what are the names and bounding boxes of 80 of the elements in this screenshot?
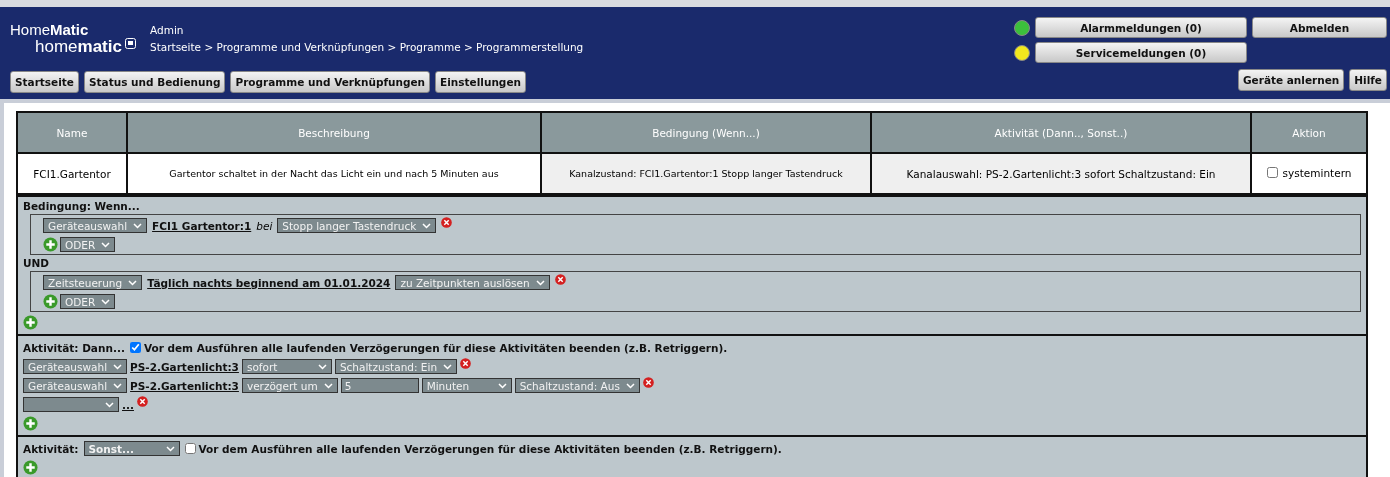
checkbox[interactable]: [184, 443, 196, 454]
delete-icon[interactable]: [460, 358, 472, 369]
dropdown[interactable]: ODER: [60, 294, 116, 309]
caret-icon: [497, 382, 507, 389]
breadcrumb: Startseite > Programme und Verknüpfungen > Programme > Programmerstellung: [150, 41, 584, 53]
section-title: Aktivität: Dann...: [23, 341, 125, 354]
table-cell: FCI1.Gartentor: [18, 153, 127, 194]
toolbar-button[interactable]: Hilfe: [1349, 69, 1387, 91]
dropdown[interactable]: ODER: [60, 237, 116, 252]
add-icon[interactable]: [43, 294, 58, 309]
messages-button[interactable]: Servicemeldungen (0): [1035, 42, 1247, 63]
section-title: Bedingung: Wenn...: [23, 200, 141, 212]
delete-icon[interactable]: [136, 396, 148, 407]
dropdown[interactable]: Stopp langer Tastendruck: [277, 218, 437, 233]
device-link[interactable]: Täglich nachts beginnend am 01.01.2024: [147, 276, 391, 289]
device-link[interactable]: FCI1 Gartentor:1: [152, 219, 252, 232]
caret-icon: [113, 363, 123, 370]
caret-icon: [422, 222, 432, 229]
column-header: Aktion: [1251, 113, 1366, 153]
add-icon[interactable]: [23, 460, 38, 475]
caret-icon: [133, 222, 143, 229]
dropdown[interactable]: verzögert um: [241, 378, 338, 393]
caret-icon: [625, 382, 635, 389]
caret-icon: [165, 445, 175, 452]
messages-button[interactable]: Alarmmeldungen (0): [1035, 17, 1247, 38]
connector-text: bei: [256, 219, 273, 232]
section-title: Aktivität:: [23, 442, 79, 455]
dropdown[interactable]: Schaltzustand: Ein: [334, 359, 458, 374]
dropdown[interactable]: Zeitsteuerung: [43, 275, 143, 290]
add-icon[interactable]: [23, 315, 38, 330]
dropdown[interactable]: [23, 397, 119, 412]
dropdown[interactable]: Geräteauswahl: [23, 378, 128, 393]
delete-icon[interactable]: [554, 274, 566, 285]
nav-button[interactable]: Startseite: [10, 71, 79, 93]
dropdown[interactable]: Schaltzustand: Aus: [514, 378, 640, 393]
caret-icon: [317, 363, 327, 370]
delete-icon[interactable]: [642, 377, 654, 388]
column-header: Aktivität (Dann.., Sonst..): [871, 113, 1251, 153]
caret-icon: [443, 363, 453, 370]
column-header: Name: [18, 113, 127, 153]
brand-logo: homematic: [35, 38, 122, 56]
delete-icon[interactable]: [441, 217, 453, 228]
table-cell: Kanalzustand: FCI1.Gartentor:1 Stopp langer Tastendruck: [541, 153, 871, 194]
toolbar-button[interactable]: Geräte anlernen: [1237, 69, 1345, 91]
column-header: Beschreibung: [127, 113, 541, 153]
device-link[interactable]: PS-2.Gartenlicht:3: [130, 379, 239, 392]
caret-icon: [323, 382, 333, 389]
user-name: Admin: [150, 24, 185, 36]
checkbox-label: systemintern: [1282, 166, 1352, 179]
table-cell: Kanalauswahl: PS-2.Gartenlicht:3 sofort Schaltzustand: Ein: [871, 153, 1251, 194]
nav-button[interactable]: Programme und Verknüpfungen: [230, 71, 431, 93]
brand-name: HomeMatic: [10, 21, 90, 38]
nav-button[interactable]: Status und Bedienung: [84, 71, 226, 93]
caret-icon: [105, 401, 114, 408]
add-icon[interactable]: [23, 416, 38, 431]
logout-button[interactable]: Abmelden: [1252, 17, 1387, 38]
logo-icon: [124, 38, 136, 49]
checkbox-label: Vor dem Ausführen alle laufenden Verzögerungen für diese Aktivitäten beenden (z.B. Retriggern).: [143, 341, 728, 354]
dropdown[interactable]: zu Zeitpunkten auslösen: [395, 275, 550, 290]
joiner-label: UND: [23, 257, 51, 269]
caret-icon: [101, 241, 111, 248]
device-link[interactable]: PS-2.Gartenlicht:3: [130, 360, 239, 373]
number-field[interactable]: 5: [340, 378, 419, 393]
dropdown[interactable]: sofort: [241, 359, 332, 374]
checkbox[interactable]: [129, 342, 141, 353]
dropdown[interactable]: Geräteauswahl: [23, 359, 128, 374]
table-cell: Gartentor schaltet in der Nacht das Licht ein und nach 5 Minuten aus: [127, 153, 541, 194]
dropdown[interactable]: Sonst...: [83, 441, 180, 456]
checkbox[interactable]: [1266, 167, 1278, 179]
dropdown[interactable]: Minuten: [421, 378, 512, 393]
caret-icon: [128, 279, 138, 286]
nav-button[interactable]: Einstellungen: [435, 71, 526, 93]
device-link[interactable]: ...: [122, 398, 134, 411]
caret-icon: [535, 279, 545, 286]
dropdown[interactable]: Geräteauswahl: [43, 218, 148, 233]
checkbox-label: Vor dem Ausführen alle laufenden Verzögerungen für diese Aktivitäten beenden (z.B. Retriggern).: [198, 442, 782, 455]
caret-icon: [101, 298, 111, 305]
add-icon[interactable]: [43, 237, 58, 252]
caret-icon: [113, 382, 123, 389]
column-header: Bedingung (Wenn...): [541, 113, 871, 153]
